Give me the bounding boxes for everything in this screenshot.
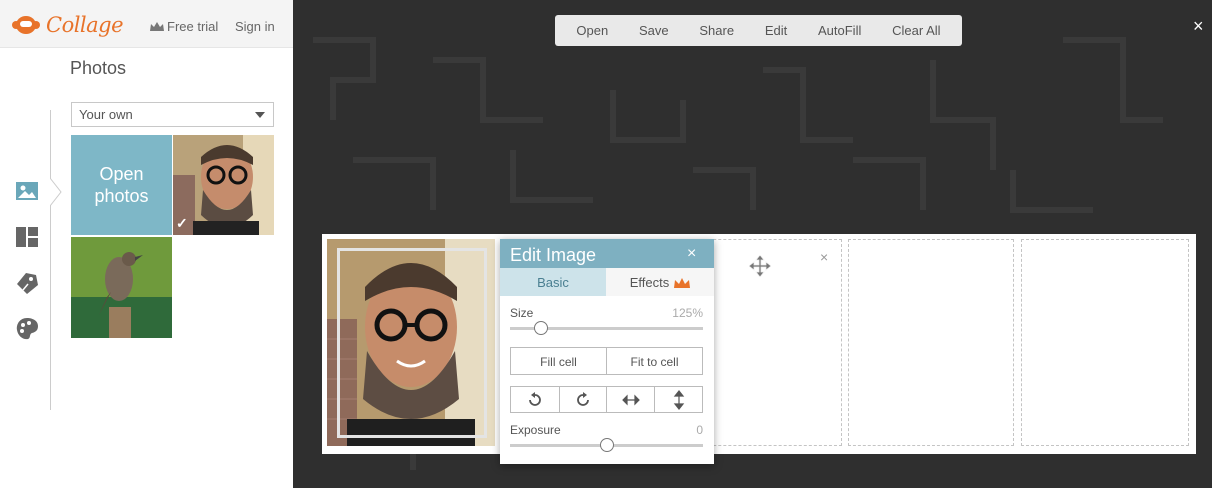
edit-image-panel: Edit Image × Basic Effects Size 125% Fil… <box>500 239 714 464</box>
rotate-right-icon <box>577 391 589 406</box>
chevron-down-icon <box>255 112 265 118</box>
rotate-left-button[interactable] <box>510 386 560 413</box>
exposure-slider-knob[interactable] <box>599 438 614 452</box>
free-trial-link[interactable]: Free trial <box>150 19 218 34</box>
menu-autofill[interactable]: AutoFill <box>812 23 867 38</box>
layout-icon[interactable] <box>14 224 40 250</box>
selected-check-icon: ✓ <box>176 215 188 231</box>
move-icon[interactable] <box>749 255 771 277</box>
photo-source-value: Your own <box>79 107 133 122</box>
photo-source-select[interactable]: Your own <box>71 102 274 127</box>
menu-clear-all[interactable]: Clear All <box>886 23 946 38</box>
collage-cell-1[interactable] <box>327 239 495 446</box>
size-slider-knob[interactable] <box>533 321 548 335</box>
fill-cell-button[interactable]: Fill cell <box>510 347 607 375</box>
crown-icon <box>674 278 691 288</box>
app-logo[interactable]: Collage <box>12 13 124 37</box>
cell-remove-icon[interactable]: × <box>820 249 828 265</box>
collage-stage: Open Save Share Edit AutoFill Clear All … <box>293 0 1212 488</box>
collage-cell-4[interactable] <box>1021 239 1189 446</box>
panel-title: Photos <box>70 58 127 78</box>
flip-vertical-button[interactable] <box>654 386 703 413</box>
logo-text: Collage <box>46 13 124 37</box>
size-label: Size <box>510 306 534 320</box>
tab-effects-label: Effects <box>629 275 670 290</box>
rotate-left-icon <box>529 391 541 406</box>
sign-in-link[interactable]: Sign in <box>235 19 275 34</box>
edit-image-title: Edit Image <box>510 245 597 265</box>
top-menu-bar: Open Save Share Edit AutoFill Clear All <box>555 15 962 46</box>
tab-basic[interactable]: Basic <box>500 268 606 296</box>
app-header: Collage Free trial Sign in <box>0 0 293 48</box>
left-panel: Collage Free trial Sign in Photos Your o… <box>0 0 293 488</box>
flip-vertical-icon <box>673 389 684 410</box>
edit-image-header: Edit Image × <box>500 239 714 268</box>
image-icon[interactable] <box>14 178 40 204</box>
stickers-icon[interactable] <box>14 270 40 296</box>
fit-to-cell-button[interactable]: Fit to cell <box>606 347 703 375</box>
rotate-right-button[interactable] <box>559 386 607 413</box>
monkey-logo-icon <box>12 15 40 35</box>
crown-icon <box>150 22 164 31</box>
menu-share[interactable]: Share <box>693 23 740 38</box>
close-icon[interactable]: × <box>687 245 696 263</box>
menu-open[interactable]: Open <box>570 23 614 38</box>
exposure-label: Exposure <box>510 423 561 437</box>
open-photos-line1: Open <box>99 164 144 184</box>
open-photos-line2: photos <box>94 186 149 206</box>
tab-effects[interactable]: Effects <box>606 268 714 296</box>
palette-icon[interactable] <box>14 316 40 342</box>
collage-cell-3[interactable] <box>848 239 1014 446</box>
tool-rail <box>0 48 52 488</box>
close-icon[interactable]: × <box>1193 16 1204 37</box>
rail-divider <box>50 110 51 410</box>
exposure-value: 0 <box>696 423 703 437</box>
size-value: 125% <box>672 306 703 320</box>
photo-thumbnail-bird[interactable] <box>71 237 172 338</box>
active-panel-pointer <box>50 178 62 206</box>
free-trial-label: Free trial <box>167 19 219 34</box>
flip-horizontal-icon <box>621 394 640 405</box>
open-photos-button[interactable]: Open photos <box>71 135 172 235</box>
flip-horizontal-button[interactable] <box>606 386 655 413</box>
menu-save[interactable]: Save <box>633 23 675 38</box>
menu-edit[interactable]: Edit <box>759 23 793 38</box>
cell-selection-frame <box>337 248 487 438</box>
